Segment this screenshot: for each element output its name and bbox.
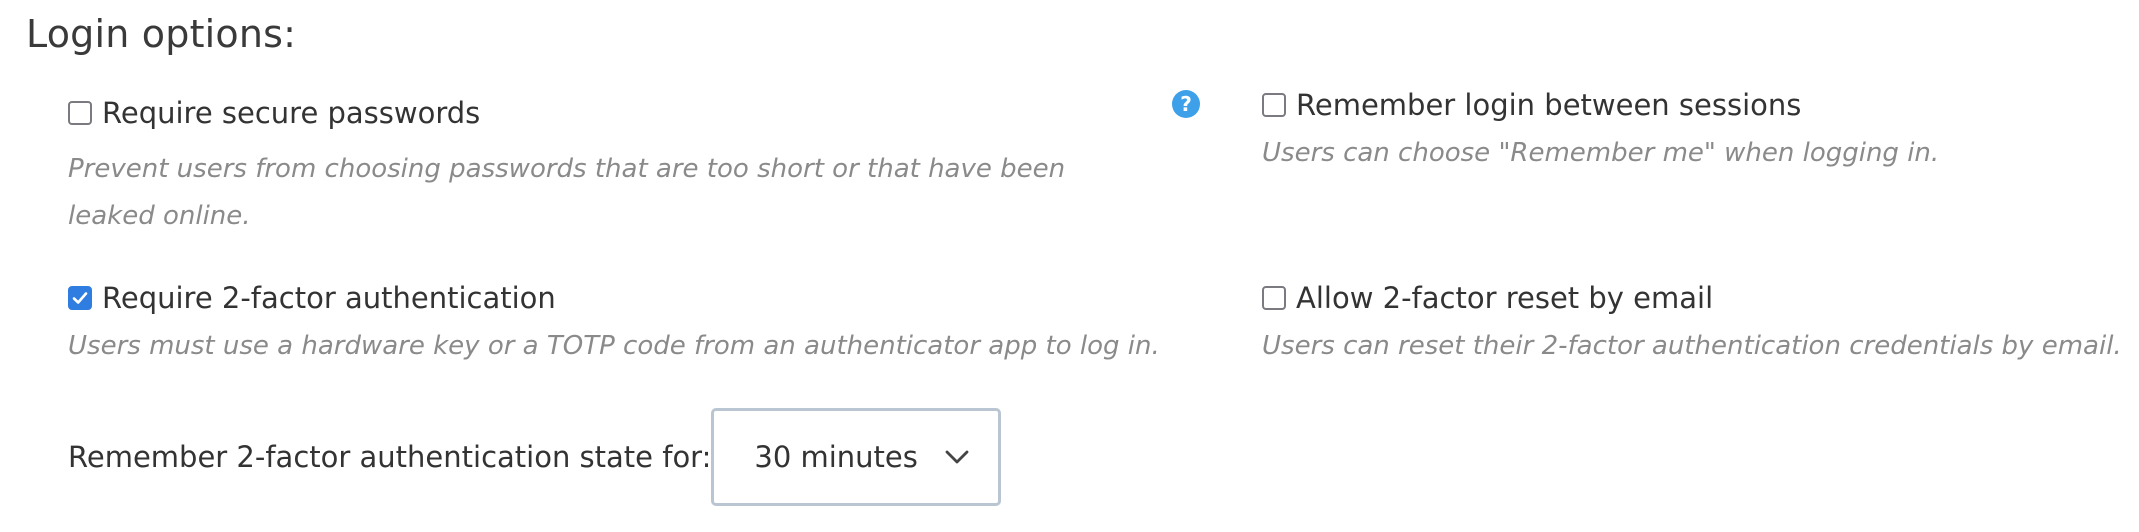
remember-login-label[interactable]: Remember login between sessions	[1296, 88, 1801, 122]
remember-login-description: Users can choose "Remember me" when logg…	[1262, 138, 1940, 168]
option-secure-passwords: Require secure passwords Prevent users f…	[68, 96, 1148, 240]
require-2fa-checkbox[interactable]	[68, 286, 92, 310]
remember-2fa-row: Remember 2-factor authentication state f…	[68, 408, 1002, 506]
checkmark-icon	[72, 292, 88, 304]
secure-passwords-checkbox[interactable]	[68, 101, 92, 125]
secure-passwords-label[interactable]: Require secure passwords	[102, 96, 480, 130]
require-2fa-label[interactable]: Require 2-factor authentication	[102, 281, 556, 315]
secure-passwords-description: Prevent users from choosing passwords th…	[68, 154, 1066, 231]
remember-2fa-selected-value: 30 minutes	[754, 440, 918, 474]
require-2fa-description: Users must use a hardware key or a TOTP …	[68, 331, 1160, 361]
chevron-down-icon	[944, 449, 970, 465]
option-remember-login: Remember login between sessions Users ca…	[1262, 88, 2122, 177]
remember-2fa-select[interactable]: 30 minutes	[711, 408, 1002, 506]
option-require-2fa: Require 2-factor authentication Users mu…	[68, 281, 1208, 370]
option-allow-2fa-reset: Allow 2-factor reset by email Users can …	[1262, 281, 2132, 370]
question-circle-icon[interactable]: ?	[1172, 90, 1200, 118]
remember-2fa-label: Remember 2-factor authentication state f…	[68, 440, 712, 474]
allow-2fa-reset-label[interactable]: Allow 2-factor reset by email	[1296, 281, 1713, 315]
allow-2fa-reset-checkbox[interactable]	[1262, 286, 1286, 310]
remember-login-checkbox[interactable]	[1262, 93, 1286, 117]
allow-2fa-reset-description: Users can reset their 2-factor authentic…	[1262, 331, 2122, 361]
section-title: Login options:	[26, 12, 297, 56]
